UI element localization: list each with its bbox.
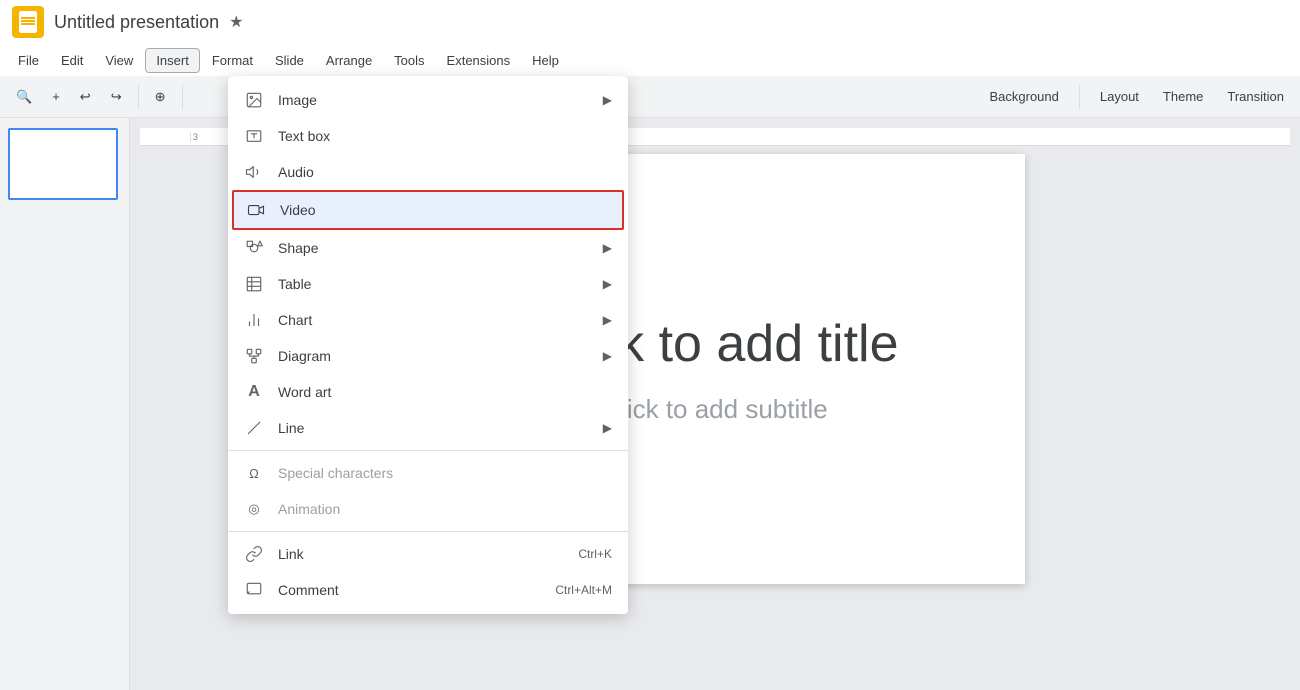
menu-format[interactable]: Format xyxy=(202,49,263,72)
slides-panel: 1 xyxy=(0,118,130,690)
image-label: Image xyxy=(278,92,317,108)
transition-button[interactable]: Transition xyxy=(1219,85,1292,108)
cursor-button[interactable]: ⊕ xyxy=(147,85,174,109)
textbox-label: Text box xyxy=(278,128,330,144)
insert-dropdown-menu: Image ▶ Text box Audio Video xyxy=(228,76,628,614)
undo-button[interactable]: ↩ xyxy=(72,85,99,109)
video-label: Video xyxy=(280,202,316,218)
chart-label: Chart xyxy=(278,312,312,328)
dropdown-separator-1 xyxy=(228,450,628,451)
background-button[interactable]: Background xyxy=(981,85,1066,108)
menu-item-image[interactable]: Image ▶ xyxy=(228,82,628,118)
redo-button[interactable]: ↪ xyxy=(103,85,130,109)
slide-subtitle-placeholder[interactable]: Click to add subtitle xyxy=(602,394,827,425)
menu-item-shape[interactable]: Shape ▶ xyxy=(228,230,628,266)
animation-label: Animation xyxy=(278,501,340,517)
app-icon xyxy=(12,6,44,38)
audio-label: Audio xyxy=(278,164,314,180)
menu-tools[interactable]: Tools xyxy=(384,49,434,72)
toolbar-separator-2 xyxy=(182,85,183,109)
comment-shortcut: Ctrl+Alt+M xyxy=(555,583,612,597)
zoom-button[interactable]: 🔍 xyxy=(8,85,40,109)
menu-item-diagram[interactable]: Diagram ▶ xyxy=(228,338,628,374)
specialchars-label: Special characters xyxy=(278,465,393,481)
shape-arrow: ▶ xyxy=(603,241,612,255)
link-label: Link xyxy=(278,546,304,562)
wordart-icon: A xyxy=(244,382,264,402)
shape-icon xyxy=(244,238,264,258)
menu-item-wordart[interactable]: A Word art xyxy=(228,374,628,410)
menu-edit[interactable]: Edit xyxy=(51,49,93,72)
specialchars-icon: Ω xyxy=(244,463,264,483)
menu-arrange[interactable]: Arrange xyxy=(316,49,382,72)
title-bar: Untitled presentation ★ xyxy=(0,0,1300,44)
menu-item-table[interactable]: Table ▶ xyxy=(228,266,628,302)
image-icon xyxy=(244,90,264,110)
menu-extensions[interactable]: Extensions xyxy=(437,49,521,72)
document-title[interactable]: Untitled presentation xyxy=(54,12,219,33)
menu-insert[interactable]: Insert xyxy=(145,48,200,73)
audio-icon xyxy=(244,162,264,182)
menu-item-line[interactable]: Line ▶ xyxy=(228,410,628,446)
animation-icon: ◎ xyxy=(244,499,264,519)
menu-item-chart[interactable]: Chart ▶ xyxy=(228,302,628,338)
diagram-arrow: ▶ xyxy=(603,349,612,363)
menu-item-video[interactable]: Video xyxy=(232,190,624,230)
chart-icon xyxy=(244,310,264,330)
comment-icon xyxy=(244,580,264,600)
link-icon xyxy=(244,544,264,564)
menu-item-animation: ◎ Animation xyxy=(228,491,628,527)
menu-item-textbox[interactable]: Text box xyxy=(228,118,628,154)
menu-view[interactable]: View xyxy=(95,49,143,72)
chart-arrow: ▶ xyxy=(603,313,612,327)
link-shortcut: Ctrl+K xyxy=(578,547,612,561)
main-area: 1 3 4 5 6 7 8 Click to add title Click t… xyxy=(0,118,1300,690)
toolbar-right: Background Layout Theme Transition xyxy=(981,85,1292,109)
image-arrow: ▶ xyxy=(603,93,612,107)
line-arrow: ▶ xyxy=(603,421,612,435)
line-icon xyxy=(244,418,264,438)
video-icon xyxy=(246,200,266,220)
shape-label: Shape xyxy=(278,240,318,256)
slide-thumbnail-1[interactable]: 1 xyxy=(8,128,118,200)
star-icon[interactable]: ★ xyxy=(229,12,243,32)
textbox-icon xyxy=(244,126,264,146)
menu-item-specialchars: Ω Special characters xyxy=(228,455,628,491)
menu-help[interactable]: Help xyxy=(522,49,569,72)
layout-button[interactable]: Layout xyxy=(1092,85,1147,108)
menu-item-audio[interactable]: Audio xyxy=(228,154,628,190)
toolbar-separator-3 xyxy=(1079,85,1080,109)
diagram-label: Diagram xyxy=(278,348,331,364)
toolbar-separator-1 xyxy=(138,85,139,109)
menu-item-link[interactable]: Link Ctrl+K xyxy=(228,536,628,572)
table-label: Table xyxy=(278,276,311,292)
table-arrow: ▶ xyxy=(603,277,612,291)
dropdown-separator-2 xyxy=(228,531,628,532)
line-label: Line xyxy=(278,420,304,436)
table-icon xyxy=(244,274,264,294)
menu-bar: File Edit View Insert Format Slide Arran… xyxy=(0,44,1300,76)
theme-button[interactable]: Theme xyxy=(1155,85,1211,108)
comment-label: Comment xyxy=(278,582,339,598)
menu-item-comment[interactable]: Comment Ctrl+Alt+M xyxy=(228,572,628,608)
menu-file[interactable]: File xyxy=(8,49,49,72)
diagram-icon xyxy=(244,346,264,366)
toolbar: 🔍 + ↩ ↪ ⊕ Background Layout Theme Transi… xyxy=(0,76,1300,118)
menu-slide[interactable]: Slide xyxy=(265,49,314,72)
wordart-label: Word art xyxy=(278,384,331,400)
add-button[interactable]: + xyxy=(44,85,68,108)
